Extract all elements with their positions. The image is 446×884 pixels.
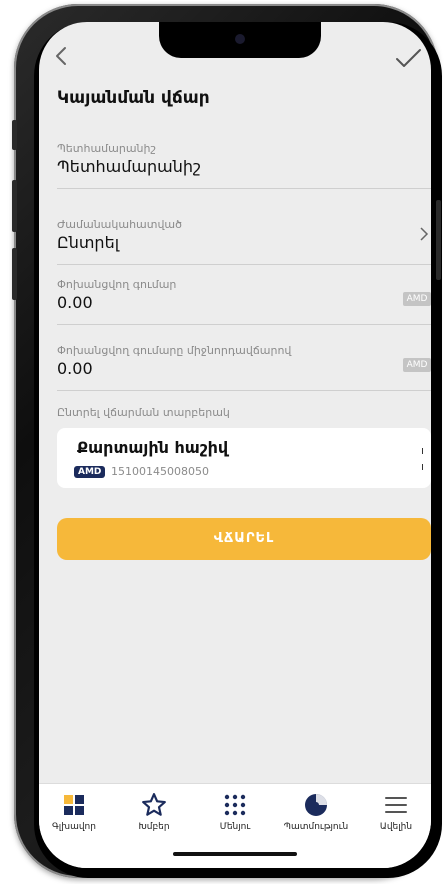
phone-screen: Կայանման վճար Պետհամարանիշ Պետհամարանիշ … [39,22,431,868]
tab-groups[interactable]: Խմբեր [119,792,189,832]
period-label: Ժամանակահատված [57,218,182,231]
tab-home[interactable]: Գլխավոր [39,792,109,832]
tab-menu-label: Մենյու [219,822,251,832]
tab-groups-label: Խմբեր [138,822,170,832]
transfer-amount-field[interactable]: Փոխանցվող գումար 0.00 AMD [57,278,431,326]
account-name: Քարտային հաշիվ [77,438,229,457]
tab-history[interactable]: Պատմություն [281,792,351,832]
chevron-right-icon[interactable] [419,226,429,246]
back-button[interactable] [49,42,77,70]
tab-menu[interactable]: Մենյու [200,792,270,832]
tab-more[interactable]: Ավելին [361,792,431,832]
notch [159,22,321,58]
account-currency-badge: AMD [74,466,106,478]
page-title: Կայանման վճար [57,88,210,108]
plate-number-input[interactable]: Պետհամարանիշ [57,157,431,176]
volume-up-button [12,180,17,232]
confirm-button[interactable] [393,46,423,70]
dashboard-icon [64,795,84,815]
account-card[interactable]: Քարտային հաշիվ AMD 15100145008050 [57,428,431,488]
divider [57,324,431,325]
pay-button[interactable]: ՎՃԱՐԵԼ [57,518,431,560]
currency-badge: AMD [403,358,431,372]
chevron-left-icon [56,47,66,65]
grid-dots-icon [224,794,246,816]
period-field[interactable]: Ժամանակահատված Ընտրել [57,218,431,266]
amount-with-fee-value: 0.00 [57,359,93,378]
history-clock-icon [305,794,327,816]
tab-history-label: Պատմություն [283,822,349,832]
power-button [436,200,441,280]
plate-number-label: Պետհամարանիշ [57,142,156,155]
card-edge-mark [422,448,423,454]
transfer-amount-label: Փոխանցվող գումար [57,278,177,291]
mute-switch [12,120,17,150]
home-indicator [173,852,297,856]
transfer-amount-input[interactable]: 0.00 [57,293,431,312]
tab-more-label: Ավելին [379,822,413,832]
divider [57,188,431,189]
period-select-value[interactable]: Ընտրել [57,233,431,252]
currency-badge: AMD [403,292,431,306]
card-edge-mark [422,464,423,470]
checkmark-icon [396,49,421,67]
star-icon [142,793,166,816]
payment-option-label: Ընտրել վճարման տարբերակ [57,406,230,419]
payment-option-section: Ընտրել վճարման տարբերակ [57,406,431,422]
divider [57,264,431,265]
plate-number-field[interactable]: Պետհամարանիշ Պետհամարանիշ [57,142,431,190]
amount-with-fee-field: Փոխանցվող գումարը միջնորդավճարով 0.00 AM… [57,344,431,392]
volume-down-button [12,248,17,300]
hamburger-menu-icon [385,797,407,813]
camera-icon [235,34,245,44]
tab-home-label: Գլխավոր [52,822,96,832]
amount-with-fee-label: Փոխանցվող գումարը միջնորդավճարով [57,344,292,357]
divider [57,390,431,391]
account-number: 15100145008050 [111,465,209,478]
